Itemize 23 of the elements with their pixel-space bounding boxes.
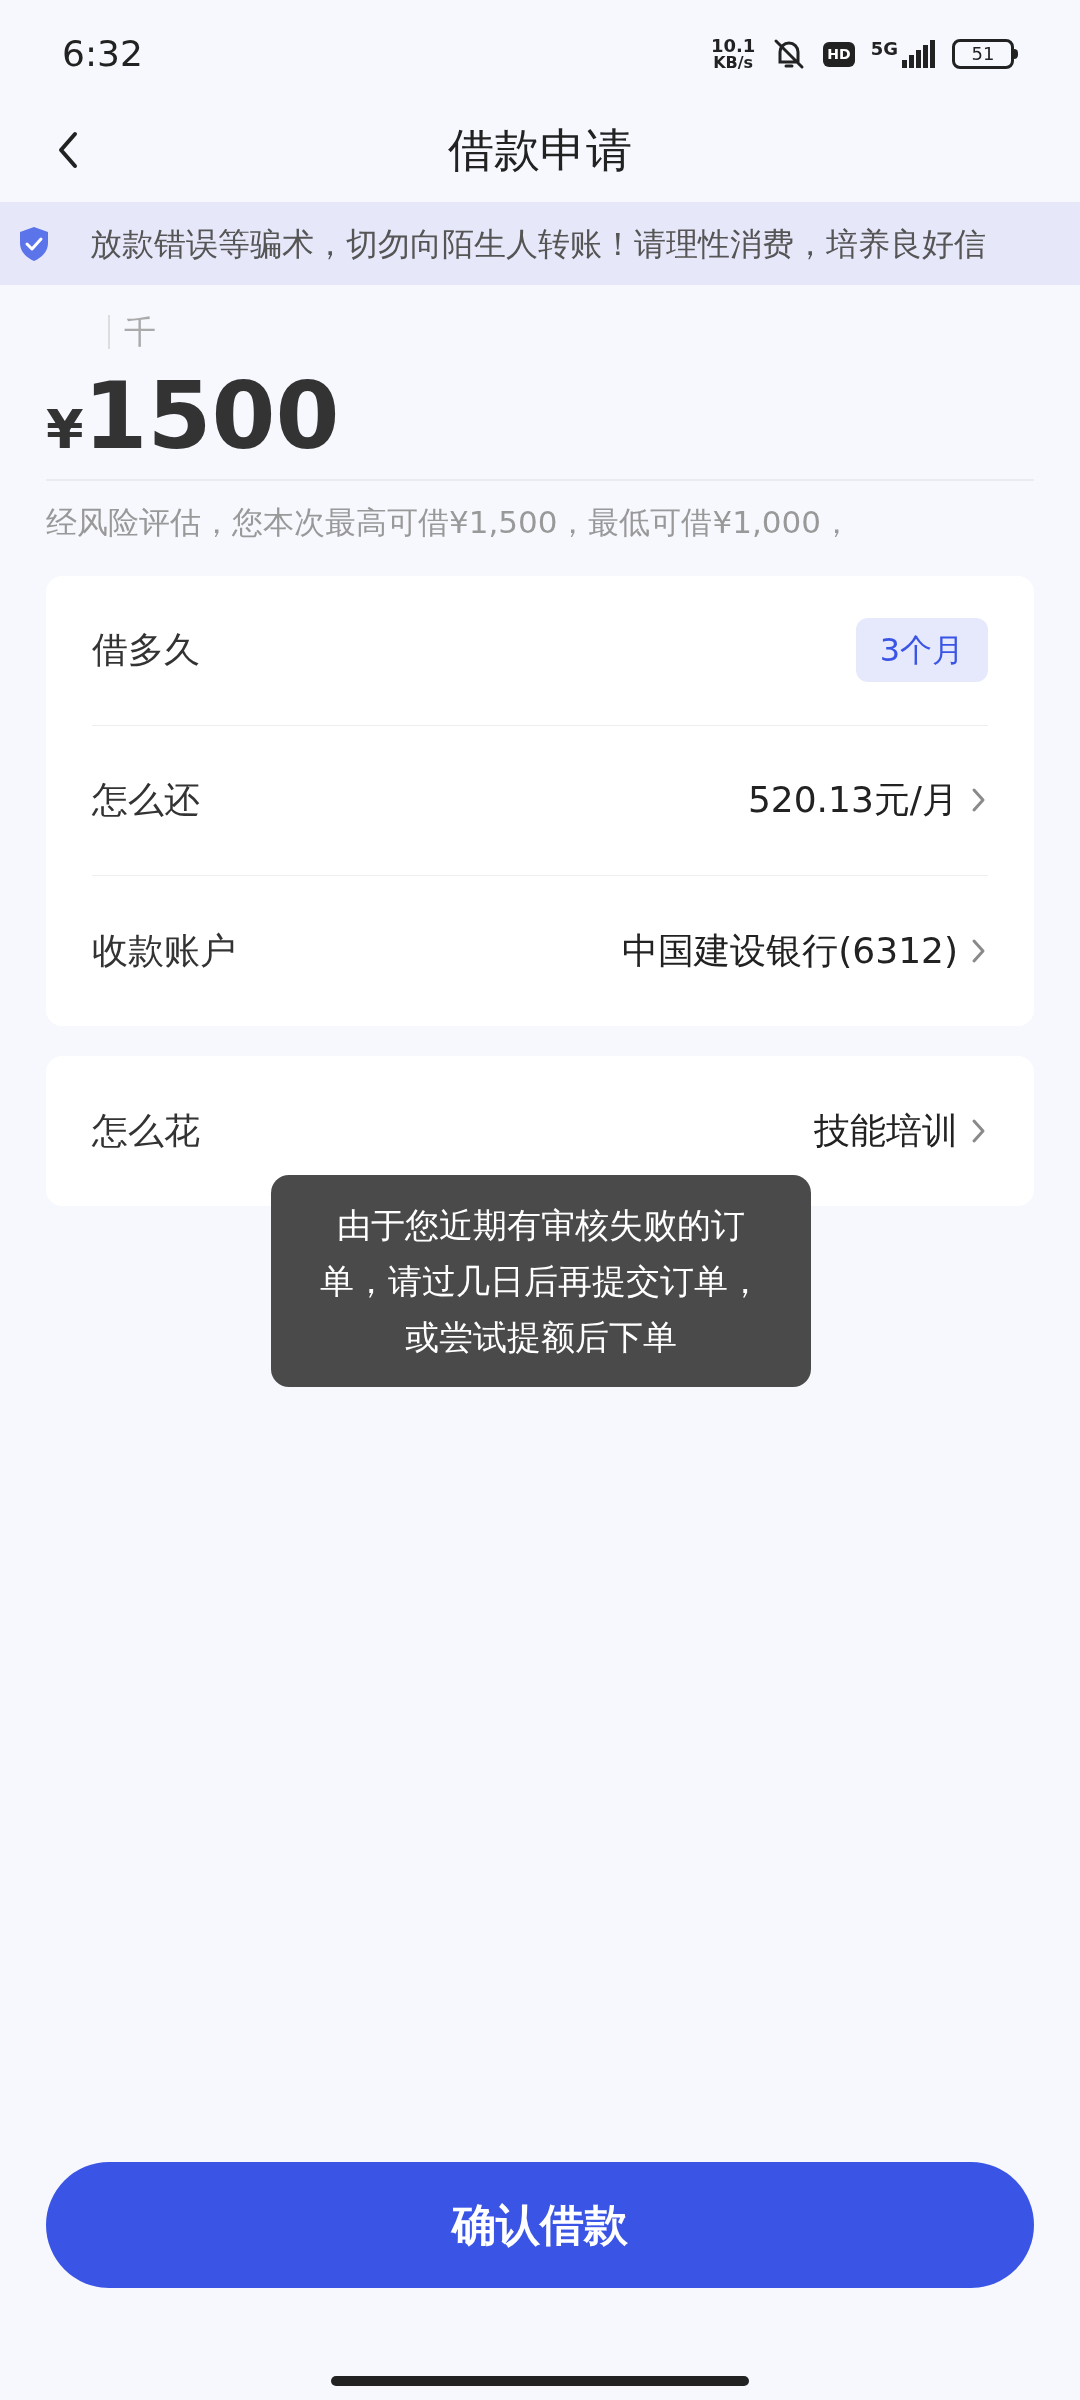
network-label: 5G	[870, 40, 898, 58]
page-title: 借款申请	[448, 121, 632, 179]
row-value-link[interactable]: 技能培训	[814, 1103, 988, 1158]
shield-icon	[18, 225, 50, 262]
limit-note: 经风险评估，您本次最高可借¥1,500，最低可借¥1,000，	[46, 503, 853, 542]
net-speed-unit: KB/s	[713, 55, 754, 71]
back-icon[interactable]	[56, 130, 80, 170]
net-speed-value: 10.1	[710, 37, 756, 55]
row-label: 怎么花	[92, 1108, 200, 1153]
row-value-link[interactable]: 520.13元/月	[747, 773, 988, 827]
row-label: 收款账户	[92, 928, 236, 973]
hd-badge: HD	[823, 41, 855, 67]
amount-field[interactable]: ¥1500	[46, 357, 1034, 467]
notice-text: 放款错误等骗术，切勿向陌生人转账！请理性消费，培养良好信	[90, 223, 986, 265]
unit-hint: 千	[124, 312, 156, 353]
row-label: 借多久	[92, 628, 200, 672]
toast: 由于您近期有审核失败的订单，请过几日后再提交订单，或尝试提额后下单	[271, 1175, 811, 1387]
signal-icon	[902, 40, 936, 68]
confirm-button[interactable]: 确认借款	[46, 2162, 1034, 2288]
duration-tag[interactable]: 3个月	[855, 618, 988, 682]
row-value-link[interactable]: 中国建设银行(6312)	[622, 923, 988, 978]
row-label: 怎么还	[92, 778, 200, 822]
status-time: 6:32	[62, 32, 143, 76]
